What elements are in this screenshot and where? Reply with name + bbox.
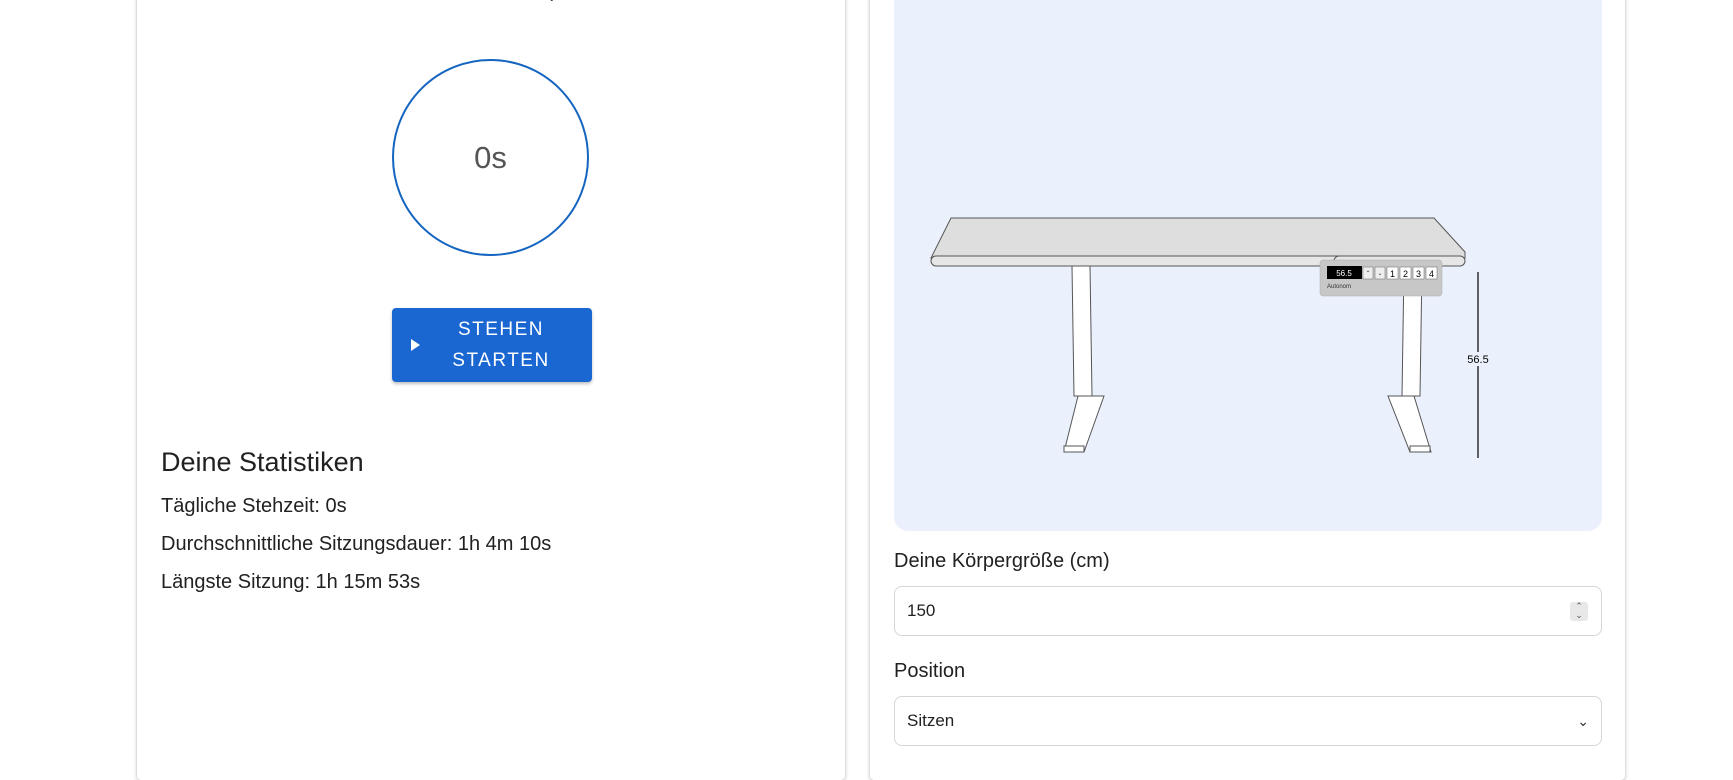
- stat-longest-session: Längste Sitzung: 1h 15m 53s: [161, 571, 421, 593]
- timer-ring: 0s: [392, 59, 589, 256]
- position-select-value: Sitzen: [907, 711, 955, 730]
- desk-preset-4: 4: [1429, 269, 1434, 279]
- desk-preset-2: 2: [1403, 269, 1408, 279]
- desk-leg-left: [1063, 265, 1105, 453]
- stat-average-session: Durchschnittliche Sitzungsdauer: 1h 4m 1…: [161, 533, 552, 555]
- desk-up-icon: ⌃: [1365, 270, 1370, 277]
- desk-top: [930, 217, 1466, 267]
- position-label: Position: [894, 660, 966, 682]
- desk-illustration: 56.5 ⌃ ⌄ 1 2 3 4 Autonom 56.5: [930, 217, 1492, 458]
- desk-brand-label: Autonom: [1327, 284, 1351, 290]
- position-select[interactable]: Sitzen ⌄: [894, 696, 1602, 746]
- chevron-down-icon: ⌄: [1577, 712, 1589, 729]
- start-standing-label: STEHEN STARTEN: [452, 319, 550, 371]
- play-icon: [411, 339, 420, 351]
- clipped-title-glyph: ʲ: [551, 0, 565, 7]
- height-measure-value: 56.5: [1467, 354, 1488, 366]
- start-standing-button[interactable]: STEHEN STARTEN: [392, 308, 592, 382]
- timer-value: 0s: [474, 139, 507, 175]
- stat-daily-standing: Tägliche Stehzeit: 0s: [161, 495, 347, 517]
- desk-preset-1: 1: [1390, 269, 1395, 279]
- desk-down-icon: ⌄: [1377, 271, 1382, 277]
- body-height-label: Deine Körpergröße (cm): [894, 550, 1110, 572]
- desk-display-value: 56.5: [1336, 269, 1352, 278]
- desk-control-panel: 56.5 ⌃ ⌄ 1 2 3 4 Autonom: [1319, 259, 1443, 297]
- number-spinner-icon[interactable]: ⌃ ⌄: [1570, 602, 1588, 621]
- body-height-input[interactable]: [894, 586, 1602, 636]
- stats-title: Deine Statistiken: [161, 447, 364, 477]
- desk-preset-3: 3: [1416, 269, 1421, 279]
